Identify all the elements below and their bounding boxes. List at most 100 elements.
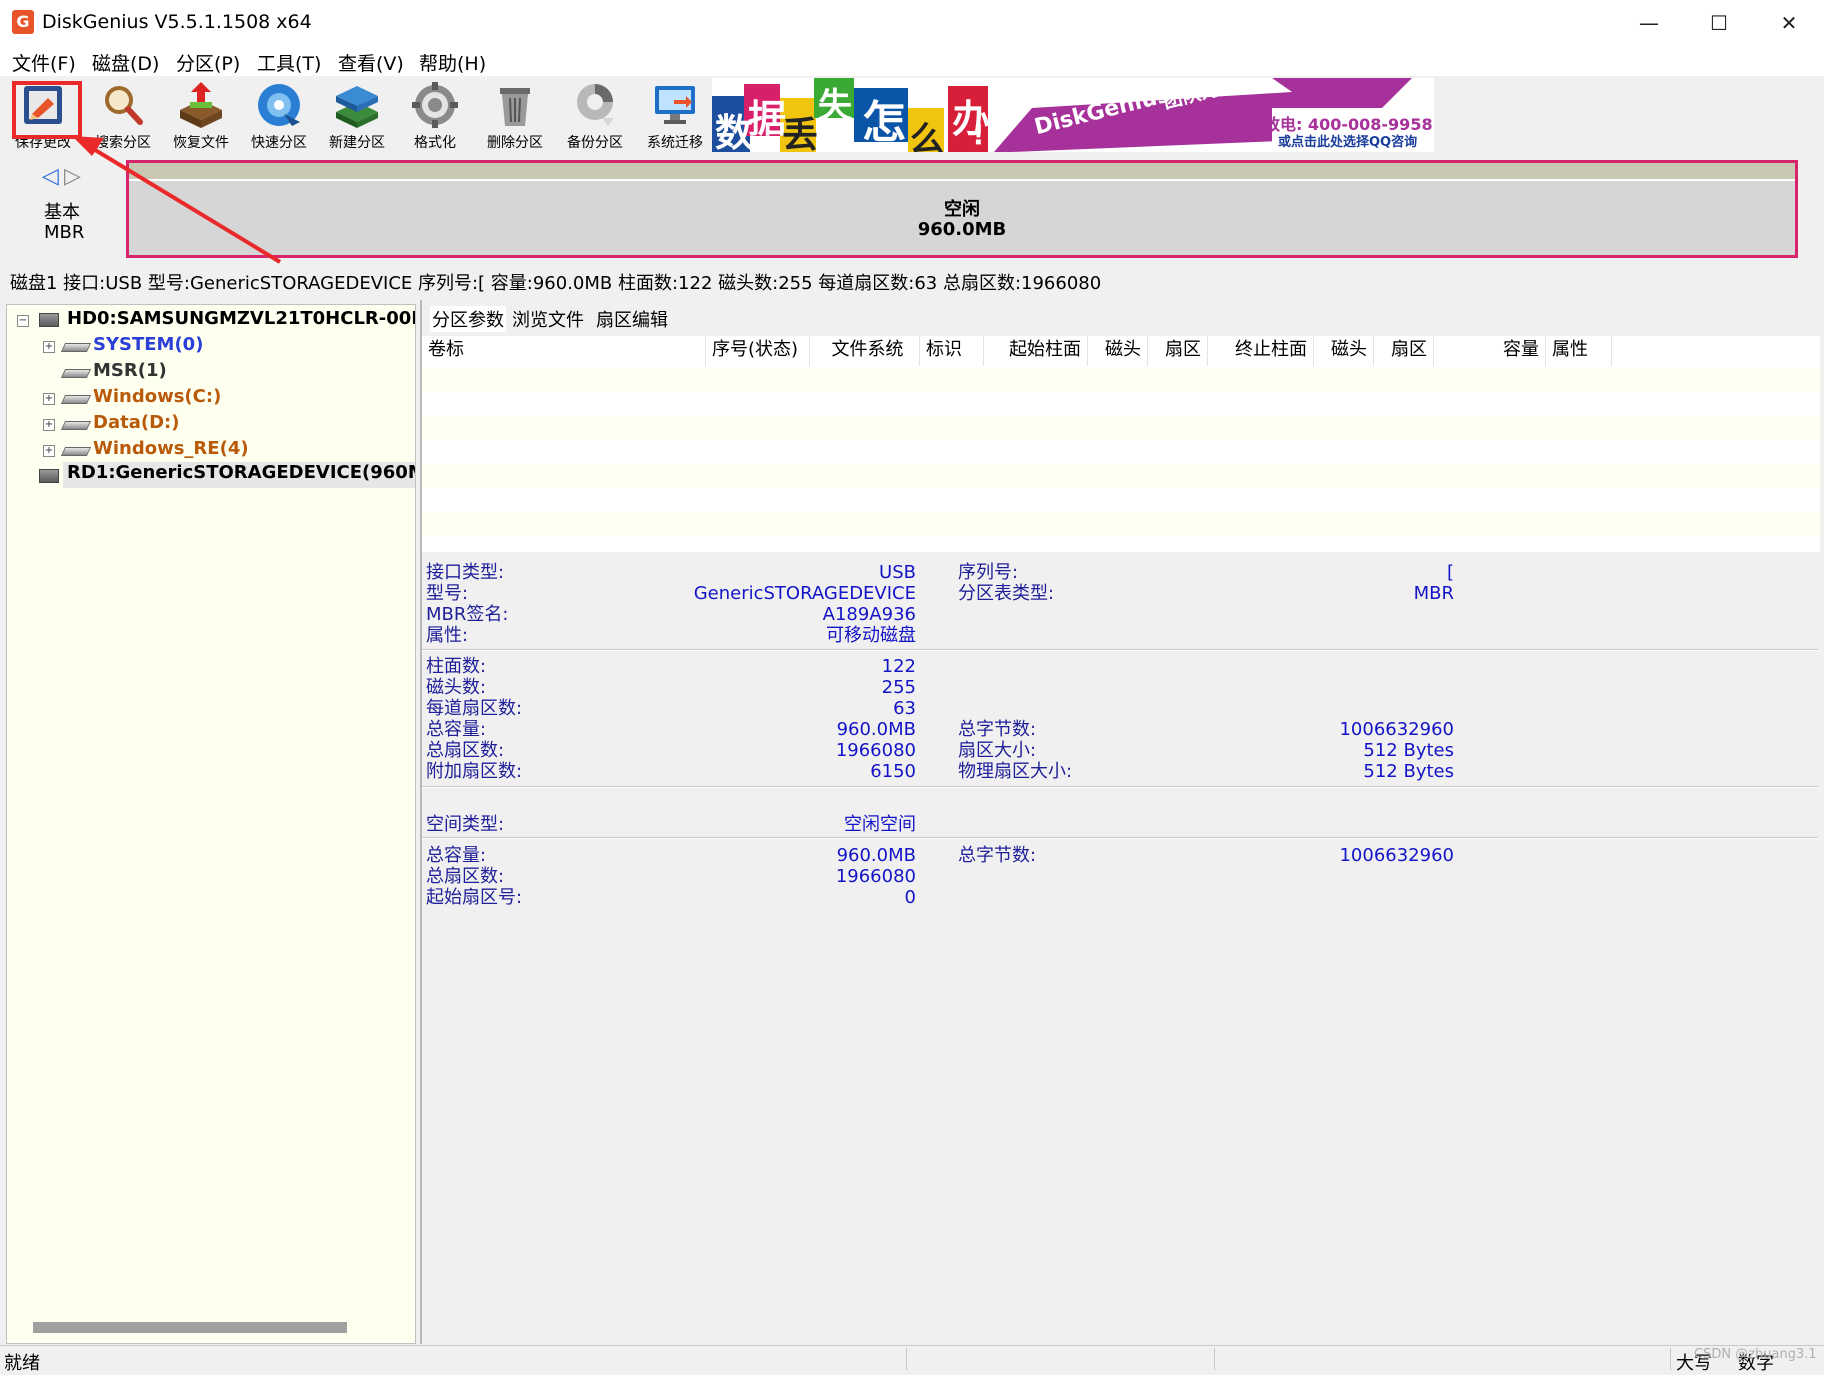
system-migration-button[interactable]: 系统迁移	[636, 78, 714, 154]
space-total-bytes-value: 1006632960	[1339, 845, 1454, 866]
diskmap-next-button[interactable]: ▷	[64, 164, 81, 189]
physical-sector-size-value: 512 Bytes	[1363, 761, 1454, 782]
partition-icon	[60, 343, 92, 352]
tree-expand-toggle[interactable]: +	[43, 445, 55, 457]
serial-number-label: 序列号:	[958, 562, 1019, 583]
disk-type-label: 基本	[44, 202, 80, 223]
search-partition-button[interactable]: 搜索分区	[84, 78, 162, 154]
interface-type-label: 接口类型:	[426, 562, 505, 583]
recover-file-label: 恢复文件	[173, 135, 229, 151]
total-bytes-value: 1006632960	[1339, 719, 1454, 740]
delete-partition-button[interactable]: 删除分区	[476, 78, 554, 154]
column-header-attributes[interactable]: 属性	[1546, 336, 1612, 366]
column-header-id[interactable]: 标识	[920, 336, 984, 366]
column-header-start-cylinder[interactable]: 起始柱面	[984, 336, 1088, 366]
tab-browse-files[interactable]: 浏览文件	[512, 306, 584, 332]
partition-table-type-value: MBR	[1413, 583, 1454, 604]
tree-horizontal-scrollbar[interactable]	[33, 1322, 347, 1333]
menu-view[interactable]: 查看(V)	[338, 49, 404, 76]
table-row	[422, 440, 1820, 464]
space-total-capacity-value: 960.0MB	[836, 845, 916, 866]
cylinders-label: 柱面数:	[426, 656, 487, 677]
free-space-block[interactable]: 空闲 960.0MB	[129, 181, 1795, 255]
quick-partition-button[interactable]: 快速分区	[240, 78, 318, 154]
partition-icon	[60, 395, 92, 404]
model-value: GenericSTORAGEDEVICE	[693, 583, 916, 604]
new-partition-label: 新建分区	[329, 135, 385, 151]
status-bar: 就绪 大写 数字 CSDN @zhuang3.1	[0, 1345, 1824, 1374]
banner-char-2: 据	[748, 97, 787, 141]
partition-icon	[60, 447, 92, 456]
tree-expand-toggle[interactable]: +	[43, 341, 55, 353]
partition-table[interactable]: 卷标 序号(状态) 文件系统 标识 起始柱面 磁头 扇区 终止柱面 磁头 扇区 …	[422, 336, 1820, 552]
space-type-value: 空闲空间	[844, 814, 916, 835]
divider	[906, 1348, 907, 1370]
tree-expand-toggle[interactable]: +	[43, 393, 55, 405]
column-header-capacity[interactable]: 容量	[1434, 336, 1546, 366]
attribute-value: 可移动磁盘	[826, 625, 916, 646]
banner-char-5: 怎	[862, 97, 906, 148]
trash-icon	[500, 88, 530, 126]
format-button[interactable]: 格式化	[396, 78, 474, 154]
delete-partition-label: 删除分区	[487, 135, 543, 151]
tree-collapse-toggle[interactable]: −	[17, 315, 29, 327]
total-bytes-label: 总字节数:	[958, 719, 1037, 740]
column-header-index[interactable]: 序号(状态)	[706, 336, 810, 366]
details-panel: 分区参数 浏览文件 扇区编辑 卷标 序号(状态) 文件系统 标识 起始柱面 磁头…	[420, 300, 1820, 1344]
disk-map-bar[interactable]: 空闲 960.0MB	[126, 160, 1798, 258]
save-button-highlight-box	[12, 81, 82, 139]
tab-partition-params[interactable]: 分区参数	[430, 306, 506, 332]
ad-banner[interactable]: 数 据 丢 失 怎 么 办 ! DiskGenius 团队为您服务 致电: 40…	[712, 78, 1434, 152]
menu-file[interactable]: 文件(F)	[12, 49, 76, 76]
total-capacity-label: 总容量:	[426, 719, 487, 740]
watermark: CSDN @zhuang3.1	[1694, 1347, 1817, 1362]
tree-item-windows-re[interactable]: Windows_RE(4)	[93, 438, 249, 464]
tree-item-data-d[interactable]: Data(D:)	[93, 412, 179, 438]
banner-char-6: 么	[910, 120, 944, 152]
new-partition-button[interactable]: 新建分区	[318, 78, 396, 154]
heads-value: 255	[881, 677, 916, 698]
close-button[interactable]: ✕	[1754, 0, 1824, 46]
menu-help[interactable]: 帮助(H)	[419, 49, 486, 76]
tree-item-windows-c[interactable]: Windows(C:)	[93, 386, 221, 412]
tree-expand-toggle[interactable]: +	[43, 419, 55, 431]
table-row	[422, 488, 1820, 512]
hard-disk-icon	[39, 313, 59, 327]
tree-item-system[interactable]: SYSTEM(0)	[93, 334, 203, 360]
backup-partition-button[interactable]: 备份分区	[556, 78, 634, 154]
column-header-end-sector[interactable]: 扇区	[1374, 336, 1434, 366]
new-partition-icon	[336, 86, 378, 128]
partition-table-type-label: 分区表类型:	[958, 583, 1055, 604]
column-header-end-cylinder[interactable]: 终止柱面	[1208, 336, 1314, 366]
column-header-end-head[interactable]: 磁头	[1314, 336, 1374, 366]
menu-partition[interactable]: 分区(P)	[176, 49, 240, 76]
tree-item-rd1[interactable]: RD1:GenericSTORAGEDEVICE(960MB)	[63, 462, 415, 488]
tree-item-hd0[interactable]: HD0:SAMSUNGMZVL21T0HCLR-00B00	[67, 308, 415, 334]
space-total-capacity-label: 总容量:	[426, 845, 487, 866]
tree-item-msr[interactable]: MSR(1)	[93, 360, 167, 386]
menu-tools[interactable]: 工具(T)	[257, 49, 321, 76]
column-header-start-sector[interactable]: 扇区	[1148, 336, 1208, 366]
diskmap-prev-button[interactable]: ◁	[42, 164, 59, 189]
menu-disk[interactable]: 磁盘(D)	[92, 49, 159, 76]
title-bar: G DiskGenius V5.5.1.1508 x64 — ☐ ✕	[0, 0, 1824, 46]
recover-file-button[interactable]: 恢复文件	[162, 78, 240, 154]
maximize-button[interactable]: ☐	[1684, 0, 1754, 46]
window-title: DiskGenius V5.5.1.1508 x64	[42, 11, 312, 33]
backup-icon	[577, 84, 614, 126]
total-capacity-value: 960.0MB	[836, 719, 916, 740]
banner-qq: 或点击此处选择QQ咨询	[1278, 135, 1418, 150]
minimize-button[interactable]: —	[1614, 0, 1684, 46]
tab-sector-edit[interactable]: 扇区编辑	[596, 306, 668, 332]
column-header-start-head[interactable]: 磁头	[1088, 336, 1148, 366]
space-total-sectors-label: 总扇区数:	[426, 866, 505, 887]
sector-size-value: 512 Bytes	[1363, 740, 1454, 761]
column-header-filesystem[interactable]: 文件系统	[810, 336, 920, 366]
attribute-label: 属性:	[426, 625, 469, 646]
divider	[1670, 1348, 1671, 1370]
app-logo-icon: G	[12, 10, 34, 34]
serial-number-value: [	[1446, 562, 1454, 583]
quick-partition-label: 快速分区	[251, 135, 307, 151]
divider	[422, 786, 1818, 788]
column-header-volume-label[interactable]: 卷标	[422, 336, 706, 366]
